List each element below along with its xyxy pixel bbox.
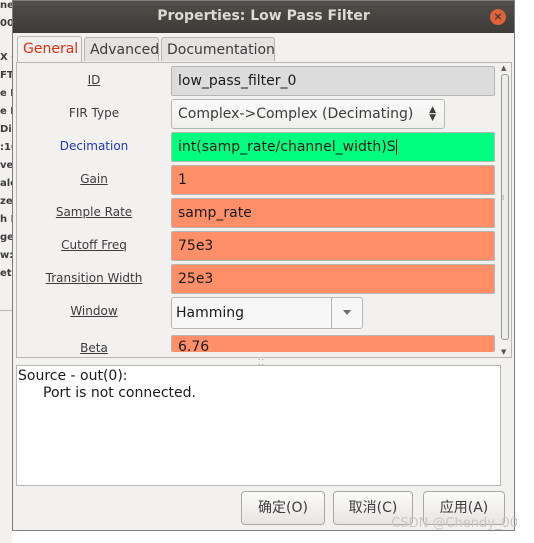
param-row-cutoff-freq: Cutoff Freq 75e3 [17,231,497,261]
tab-advanced[interactable]: Advanced [84,37,159,61]
scroll-up-icon[interactable]: ▲ [501,64,506,72]
fir-type-value: Complex->Complex (Decimating) [178,106,414,122]
param-row-beta: Beta 6.76 [17,334,497,364]
param-row-decimation: Decimation int(samp_rate/channel_width)S [17,132,497,162]
bg-text-fragment: ve [0,160,12,171]
param-label-window: Window [70,304,118,318]
console-output: Source - out(0): Port is not connected. [16,365,501,486]
param-label-decimation: Decimation [59,139,129,153]
bg-text-fragment: Div: [0,124,12,135]
cutoff-freq-field[interactable]: 75e3 [171,231,495,261]
scroll-grip-icon: ⁞ [502,194,505,202]
bg-text-fragment: X G [0,52,12,63]
id-field[interactable]: low_pass_filter_0 [171,66,495,96]
window-title: Properties: Low Pass Filter [157,8,370,24]
param-label-gain: Gain [80,172,108,186]
ok-button[interactable]: 确定(O) [241,491,325,525]
param-row-gain: Gain 1 [17,165,497,195]
beta-field[interactable]: 6.76 [171,335,495,352]
vertical-scrollbar[interactable]: ▲ ⁞ ▼ [500,64,510,356]
bg-text-fragment: FT [0,70,12,81]
text-caret [395,139,397,155]
tab-general[interactable]: General [17,36,82,62]
decimation-value: int(samp_rate/channel_width)S [178,139,396,155]
param-label-fir-type: FIR Type [68,106,120,120]
gain-field[interactable]: 1 [171,165,495,195]
bg-text-fragment: w: [0,250,12,261]
bg-panel-border [0,310,12,451]
window-value: Hamming [176,305,245,321]
bg-text-fragment: e F [0,106,12,117]
close-icon[interactable]: × [490,9,506,25]
bg-text-fragment: e R [0,88,12,99]
transition-width-field[interactable]: 25e3 [171,264,495,294]
decimation-field[interactable]: int(samp_rate/channel_width)S [171,132,495,162]
bg-text-fragment: ze: [0,196,12,207]
param-row-fir-type: FIR Type Complex->Complex (Decimating) ▲… [17,99,497,129]
properties-dialog: Properties: Low Pass Filter × General Ad… [12,0,515,531]
param-label-transition-width: Transition Width [45,271,143,285]
scrollbar-thumb[interactable] [501,74,509,340]
param-label-id: ID [87,73,101,87]
watermark: CSDN @Chendy_00 [391,516,518,531]
dropdown-separator [331,298,332,328]
general-tab-panel: ID low_pass_filter_0 FIR Type Complex->C… [16,62,512,358]
chevron-down-icon [343,310,351,315]
bg-text-fragment: 00 [0,18,12,29]
console-line-message: Port is not connected. [43,385,196,401]
param-label-beta: Beta [80,341,108,355]
param-row-window: Window Hamming [17,297,497,329]
param-row-sample-rate: Sample Rate samp_rate [17,198,497,228]
bg-text-fragment: ne [0,0,12,11]
bg-text-fragment: et W [0,268,12,279]
bg-text-fragment: ge / [0,232,12,243]
param-row-id: ID low_pass_filter_0 [17,66,497,96]
param-label-sample-rate: Sample Rate [55,205,133,219]
bg-text-fragment: :10 [0,142,12,153]
console-line-source: Source - out(0): [18,368,128,384]
scroll-down-icon[interactable]: ▼ [501,348,506,356]
updown-arrows-icon: ▲ ▼ [429,105,436,123]
param-label-cutoff-freq: Cutoff Freq [61,238,127,252]
tab-documentation[interactable]: Documentation [161,37,275,61]
bg-text-fragment: ale [0,178,12,189]
window-dropdown[interactable]: Hamming [171,297,363,329]
fir-type-select[interactable]: Complex->Complex (Decimating) ▲ ▼ [171,99,445,129]
titlebar[interactable]: Properties: Low Pass Filter × [13,1,514,33]
param-row-transition-width: Transition Width 25e3 [17,264,497,294]
bg-text-fragment: h F [0,214,12,225]
sample-rate-field[interactable]: samp_rate [171,198,495,228]
background-window-strip: ne 00 X G FT e R e F Div: :10 ve ale ze:… [0,0,12,543]
